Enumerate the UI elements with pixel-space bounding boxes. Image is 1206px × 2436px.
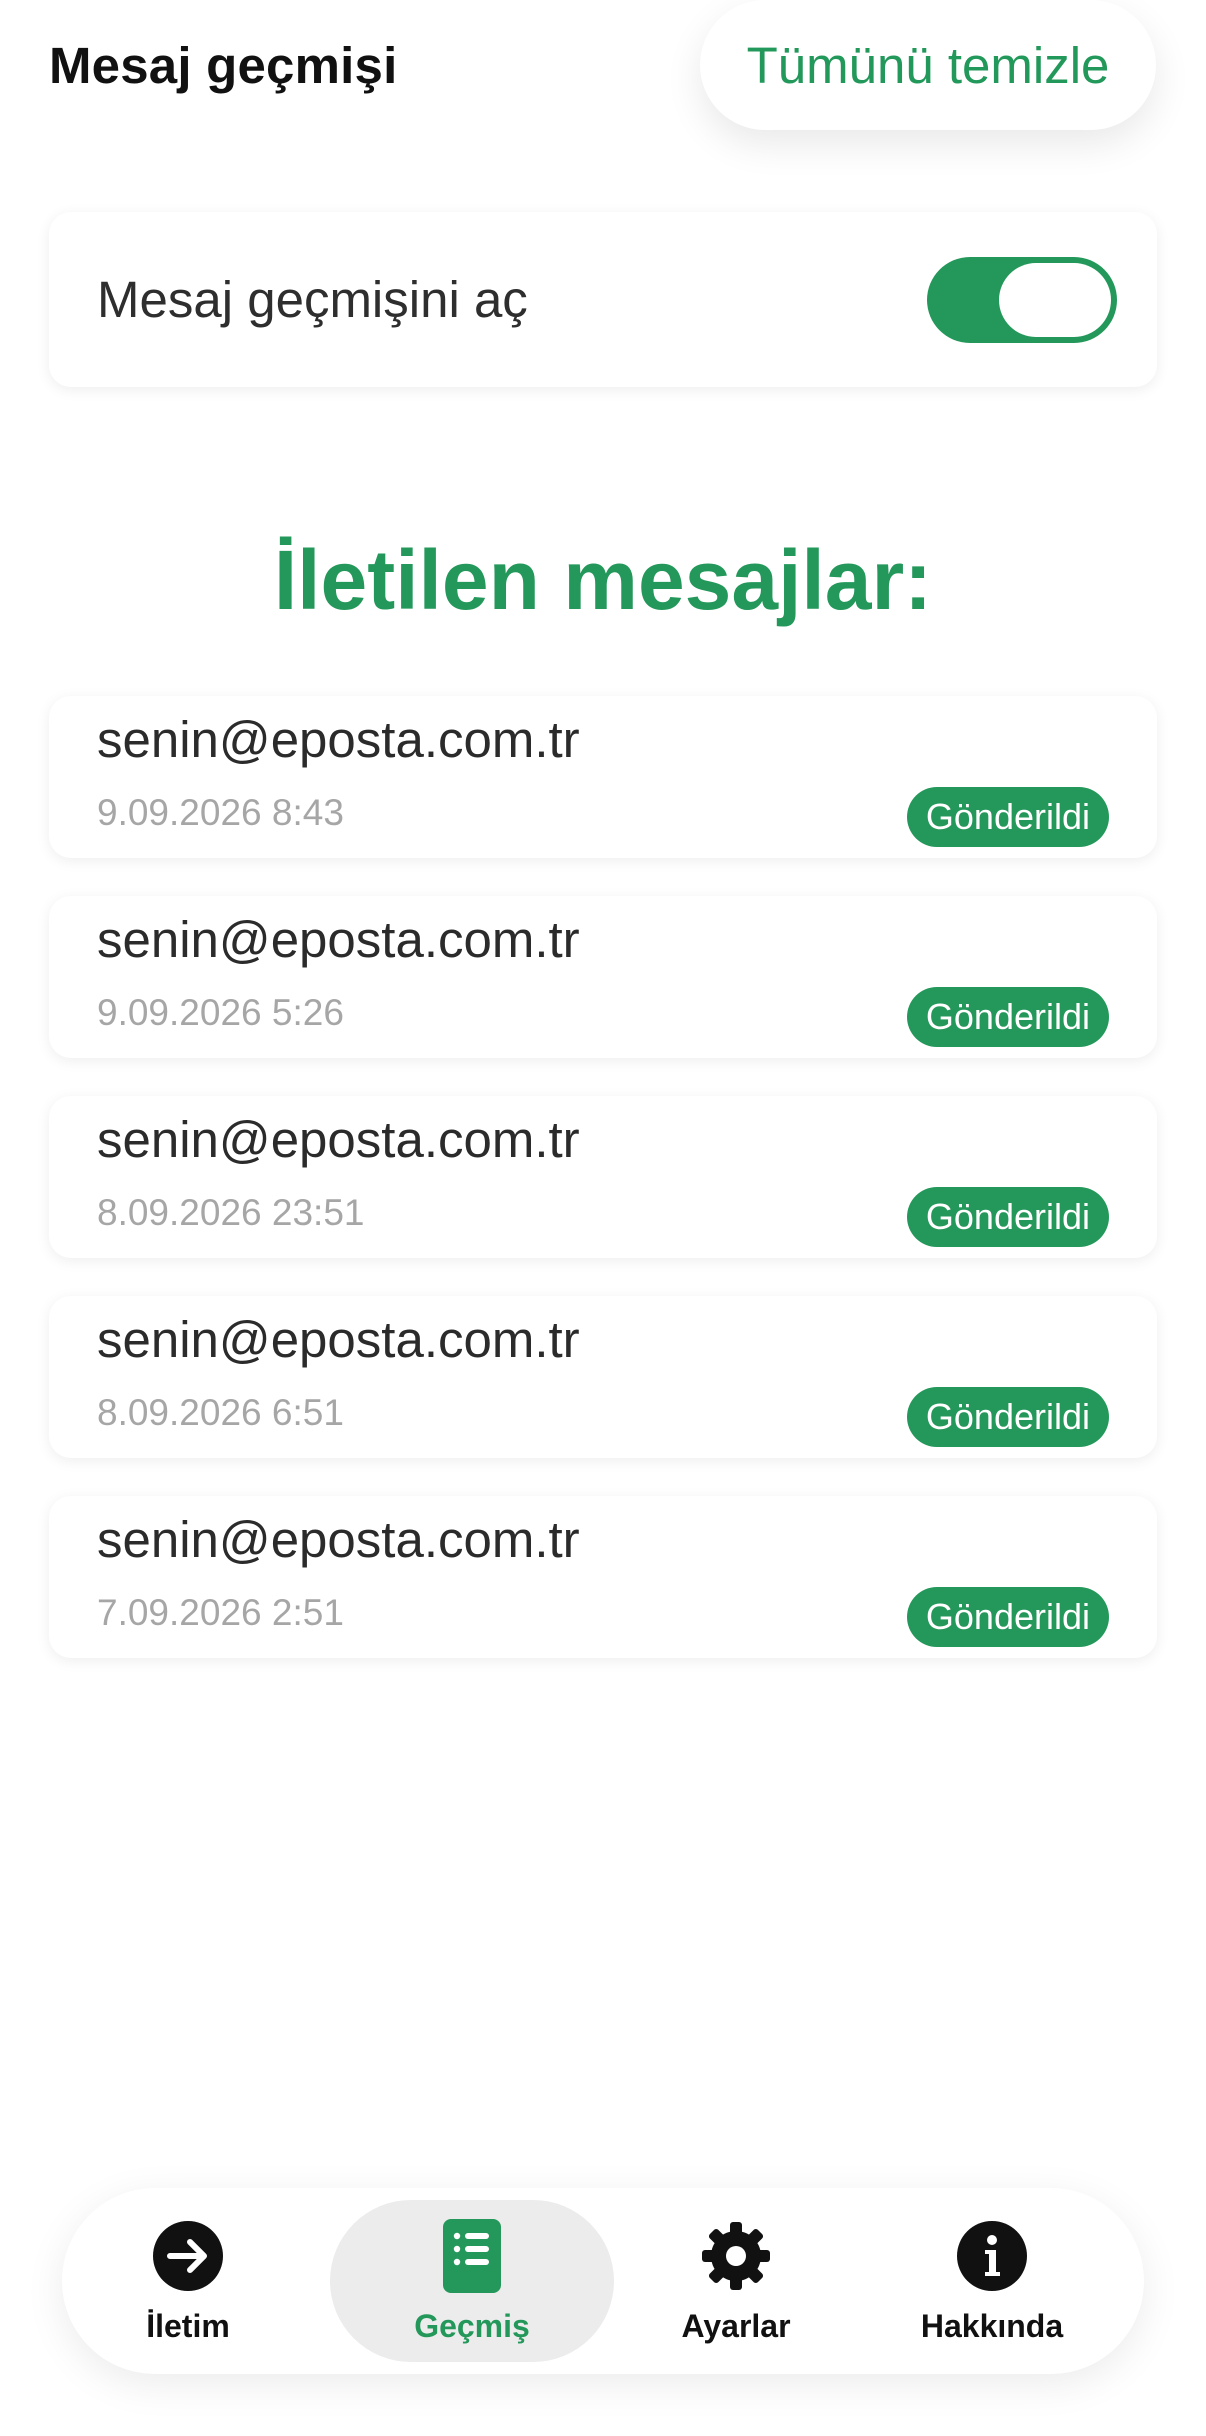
nav-label: Hakkında	[920, 2308, 1064, 2344]
gear-icon	[700, 2220, 772, 2292]
status-badge: Gönderildi	[906, 987, 1109, 1047]
history-toggle-card: Mesaj geçmişini aç	[49, 212, 1157, 387]
history-toggle-label: Mesaj geçmişini aç	[97, 271, 528, 328]
message-list-item[interactable]: senin@eposta.com.tr 7.09.2026 2:51 Gönde…	[49, 1496, 1157, 1658]
message-history-screen: Mesaj geçmişi Tümünü temizle Mesaj geçmi…	[0, 0, 1206, 2436]
nav-label: Ayarlar	[681, 2308, 791, 2344]
section-heading: İletilen mesajlar:	[273, 533, 933, 627]
message-timestamp: 9.09.2026 8:43	[97, 792, 344, 833]
list-document-icon	[436, 2219, 508, 2293]
nav-item-ayarlar[interactable]: Ayarlar	[646, 2188, 826, 2374]
status-badge: Gönderildi	[906, 1587, 1109, 1647]
message-timestamp: 9.09.2026 5:26	[97, 992, 344, 1033]
nav-item-gecmis[interactable]: Geçmiş	[330, 2200, 614, 2362]
bottom-nav: İletim Geçmiş Ayarlar Hakkında	[62, 2188, 1144, 2374]
message-recipient: senin@eposta.com.tr	[97, 1311, 580, 1368]
nav-item-iletim[interactable]: İletim	[98, 2188, 278, 2374]
history-toggle-switch[interactable]	[927, 257, 1117, 343]
message-recipient: senin@eposta.com.tr	[97, 1111, 580, 1168]
nav-item-hakkinda[interactable]: Hakkında	[902, 2188, 1082, 2374]
message-list: senin@eposta.com.tr 9.09.2026 8:43 Gönde…	[49, 696, 1157, 1696]
message-recipient: senin@eposta.com.tr	[97, 911, 580, 968]
message-timestamp: 8.09.2026 23:51	[97, 1192, 365, 1233]
nav-label: İletim	[146, 2308, 230, 2344]
status-badge: Gönderildi	[906, 1187, 1109, 1247]
message-list-item[interactable]: senin@eposta.com.tr 8.09.2026 23:51 Gönd…	[49, 1096, 1157, 1258]
page-title: Mesaj geçmişi	[49, 37, 398, 94]
status-badge: Gönderildi	[906, 1387, 1109, 1447]
message-recipient: senin@eposta.com.tr	[97, 711, 580, 768]
message-list-item[interactable]: senin@eposta.com.tr 9.09.2026 5:26 Gönde…	[49, 896, 1157, 1058]
toggle-knob	[999, 263, 1111, 337]
message-timestamp: 7.09.2026 2:51	[97, 1592, 344, 1633]
clear-all-label: Tümünü temizle	[746, 36, 1110, 94]
message-recipient: senin@eposta.com.tr	[97, 1511, 580, 1568]
message-timestamp: 8.09.2026 6:51	[97, 1392, 344, 1433]
message-list-item[interactable]: senin@eposta.com.tr 9.09.2026 8:43 Gönde…	[49, 696, 1157, 858]
nav-label: Geçmiş	[414, 2308, 530, 2344]
info-circle-icon	[956, 2220, 1028, 2292]
message-list-item[interactable]: senin@eposta.com.tr 8.09.2026 6:51 Gönde…	[49, 1296, 1157, 1458]
clear-all-button[interactable]: Tümünü temizle	[700, 0, 1156, 130]
arrow-right-circle-icon	[152, 2220, 224, 2292]
status-badge: Gönderildi	[906, 787, 1109, 847]
